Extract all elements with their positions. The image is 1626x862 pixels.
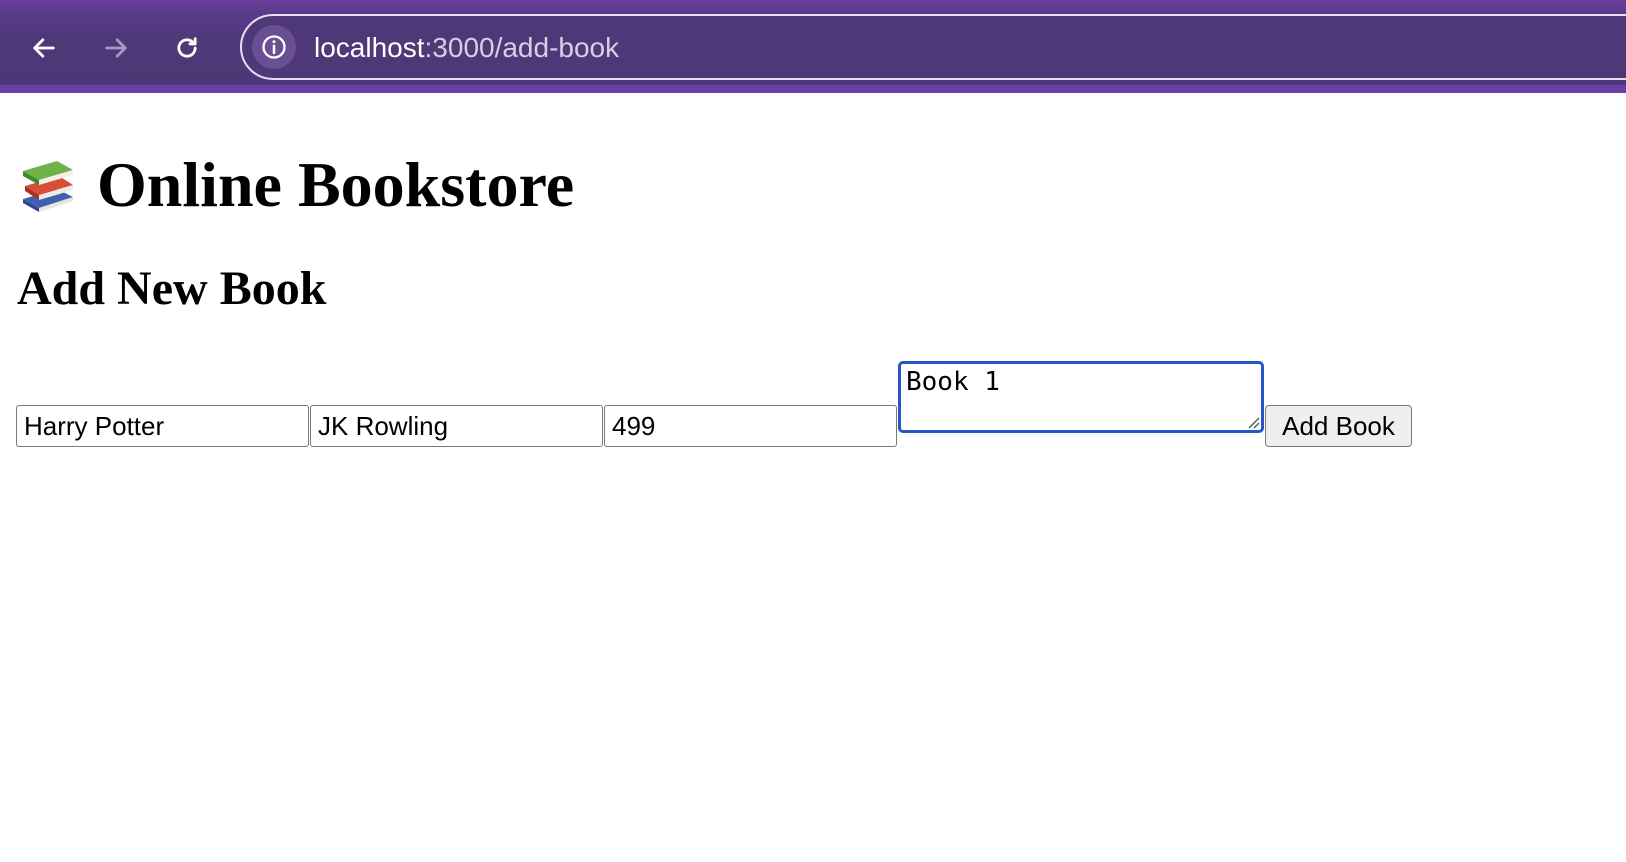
back-button[interactable] [24,28,64,68]
browser-toolbar: localhost:3000/add-book [0,0,1626,93]
site-info-button[interactable] [252,25,296,69]
book-author-input[interactable] [310,405,603,447]
resize-grip-icon[interactable] [1246,415,1260,429]
books-icon [23,161,73,212]
book-title-input[interactable] [16,405,309,447]
url-host: localhost [314,32,425,63]
site-title: Online Bookstore [17,145,574,225]
book-description-textarea[interactable]: Book 1 [898,361,1264,433]
book-price-input[interactable] [604,405,897,447]
url-text[interactable]: localhost:3000/add-book [314,30,619,66]
reload-icon [177,37,197,58]
info-icon [262,35,286,59]
page-content: Online Bookstore Add New Book Book 1 Add… [0,93,1626,862]
url-path: :3000/add-book [424,32,620,63]
reload-button[interactable] [167,28,207,68]
page-title: Add New Book [17,262,327,315]
site-title-text: Online Bookstore [97,149,575,220]
arrow-right-icon [105,38,127,58]
add-book-button[interactable]: Add Book [1265,405,1412,447]
address-bar[interactable]: localhost:3000/add-book [240,14,1626,80]
arrow-left-icon [33,38,55,58]
forward-button[interactable] [96,28,136,68]
